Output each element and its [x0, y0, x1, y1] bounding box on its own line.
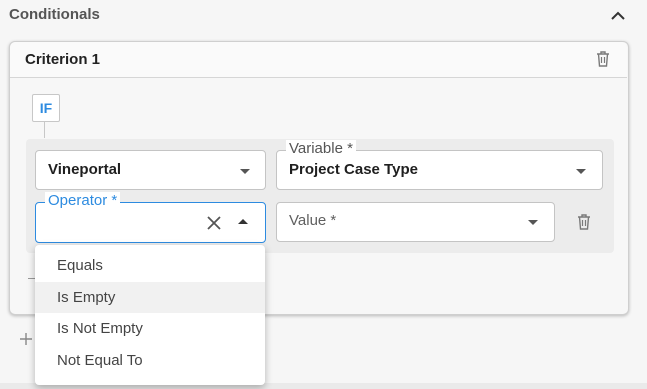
trash-icon[interactable]: [592, 48, 614, 70]
caret-down-icon: [240, 169, 250, 174]
value-placeholder: Value *: [289, 212, 337, 229]
variable-select[interactable]: Variable * Project Case Type: [276, 140, 603, 190]
source-select[interactable]: Vineportal: [35, 150, 266, 190]
operator-select[interactable]: Operator *: [35, 192, 266, 243]
caret-down-icon: [528, 220, 538, 225]
value-select[interactable]: Value *: [276, 202, 555, 242]
chevron-up-icon[interactable]: [606, 4, 630, 28]
operator-dropdown: Equals Is Empty Is Not Empty Not Equal T…: [35, 245, 265, 385]
variable-label: Variable *: [286, 140, 356, 158]
variable-value: Project Case Type: [289, 161, 418, 178]
clear-icon[interactable]: [204, 213, 224, 233]
criterion-header: [10, 42, 627, 78]
dropdown-option[interactable]: Is Not Empty: [35, 313, 265, 345]
dropdown-option[interactable]: Is Empty: [35, 281, 265, 313]
if-badge: IF: [32, 94, 60, 122]
section-title: Conditionals: [9, 6, 100, 23]
criterion-title: Criterion 1: [25, 51, 101, 68]
trash-icon[interactable]: [573, 211, 595, 233]
operator-label: Operator *: [45, 192, 121, 210]
dropdown-option[interactable]: Not Equal To: [35, 345, 265, 377]
caret-down-icon: [576, 169, 586, 174]
dropdown-option[interactable]: Equals: [35, 250, 265, 282]
if-connector: [44, 122, 45, 138]
caret-up-icon[interactable]: [238, 219, 248, 224]
plus-icon[interactable]: [16, 329, 36, 349]
source-value: Vineportal: [48, 161, 122, 178]
